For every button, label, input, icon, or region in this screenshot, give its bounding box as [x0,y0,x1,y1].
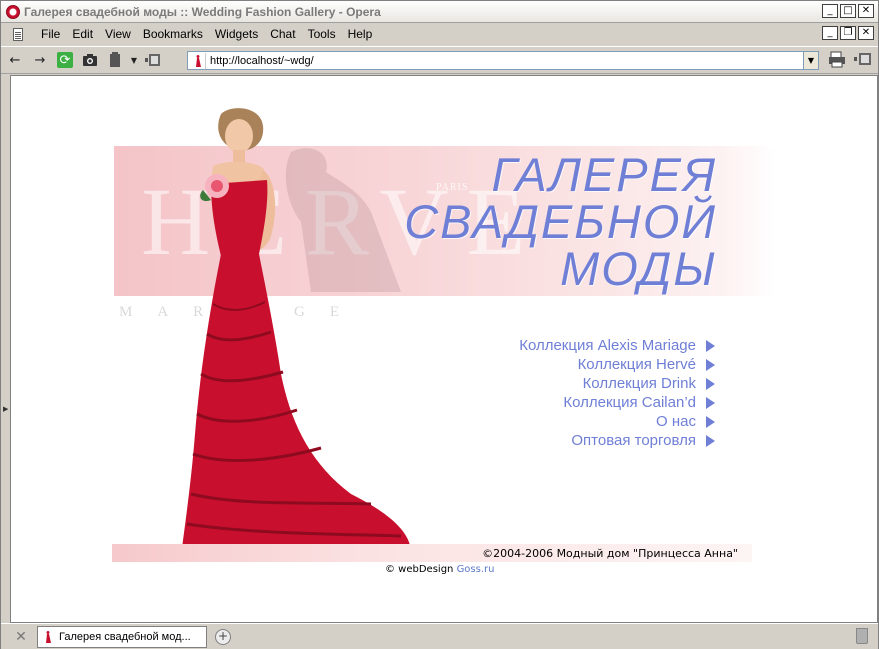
play-arrow-icon [706,377,715,390]
back-arrow-icon: ← [9,52,21,68]
camera-icon [83,54,97,66]
snapshot-button[interactable] [79,49,101,71]
nav-link-alexis-mariage[interactable]: Коллекция Alexis Mariage [519,336,715,355]
menu-widgets[interactable]: Widgets [209,27,264,41]
maximize-button[interactable]: □ [840,4,856,18]
play-arrow-icon [706,358,715,371]
headline-line-1: ГАЛЕРЕЯ [491,148,717,201]
headline-line-2: СВАДЕБНОЙ [404,195,717,248]
footer-bar: ©2004-2006 Модный дом "Принцесса Анна" [112,544,752,562]
menu-bar: File Edit View Bookmarks Widgets Chat To… [1,23,878,45]
forward-arrow-icon: → [34,52,46,68]
document-icon [110,52,120,67]
page-headline: ГАЛЕРЕЯ СВАДЕБНОЙ МОДЫ [404,151,717,292]
menu-help[interactable]: Help [342,27,379,41]
nav-label: Коллекция Alexis Mariage [519,337,696,354]
doc-restore-button[interactable]: ❐ [840,26,856,40]
back-button[interactable]: ← [4,49,26,71]
close-button[interactable]: ✕ [858,4,874,18]
play-arrow-icon [706,434,715,447]
history-dropdown[interactable]: ▼ [129,49,139,71]
menu-edit[interactable]: Edit [66,27,99,41]
nav-link-drink[interactable]: Коллекция Drink [519,374,715,393]
dropdown-arrow-icon: ▼ [130,55,138,65]
tab-title: Галерея свадебной мод... [59,630,191,643]
menu-chat[interactable]: Chat [264,27,301,41]
browser-window: Галерея свадебной моды :: Wedding Fashio… [0,0,879,649]
fit-width-icon[interactable] [854,50,872,68]
reload-button[interactable]: ⟳ [54,49,76,71]
tools-icon[interactable]: ✕ [13,629,29,645]
doc-minimize-button[interactable]: _ [822,26,838,40]
page-viewport: HERVE PARIS ГАЛЕРЕЯ СВАДЕБНОЙ МОДЫ MARIA… [10,75,878,623]
panels-button[interactable] [142,49,164,71]
window-title: Галерея свадебной моды :: Wedding Fashio… [24,4,381,19]
minimize-button[interactable]: _ [822,4,838,18]
collection-nav: Коллекция Alexis Mariage Коллекция Hervé… [519,336,715,450]
address-dropdown-icon[interactable]: ▼ [803,52,818,69]
trash-history-button[interactable] [104,49,126,71]
nav-label: Коллекция Cailan’d [563,394,696,411]
copyright-text: ©2004-2006 Модный дом "Принцесса Анна" [482,547,738,560]
webdesign-credit: © webDesign Goss.ru [385,564,494,575]
navigation-toolbar: ← → ⟳ ▼ http://localhost/~wdg/ ▼ [1,46,878,74]
site-favicon-icon [190,52,206,69]
reload-icon: ⟳ [57,52,73,68]
play-arrow-icon [706,396,715,409]
model-red-gown-image [181,108,412,556]
nav-link-herve[interactable]: Коллекция Hervé [519,355,715,374]
document-menu-icon[interactable] [13,27,23,41]
forward-button[interactable]: → [29,49,51,71]
tab-bar: ✕ Галерея свадебной мод... + [1,623,878,649]
menu-bookmarks[interactable]: Bookmarks [137,27,209,41]
opera-logo-icon [6,4,20,19]
tab-favicon-icon [42,630,54,644]
menu-tools[interactable]: Tools [302,27,342,41]
doc-close-button[interactable]: ✕ [858,26,874,40]
headline-line-3: МОДЫ [560,242,717,295]
panel-toggle[interactable]: ▶ [1,75,10,623]
address-bar[interactable]: http://localhost/~wdg/ ▼ [187,51,819,70]
panel-expand-icon: ▶ [3,405,9,413]
menu-view[interactable]: View [99,27,137,41]
credit-prefix: © webDesign [385,564,457,575]
play-arrow-icon [706,415,715,428]
new-tab-button[interactable]: + [215,628,231,645]
nav-label: Оптовая торговля [571,432,696,449]
nav-link-cailand[interactable]: Коллекция Cailan’d [519,393,715,412]
goss-link[interactable]: Goss.ru [457,564,495,575]
nav-label: О нас [656,413,696,430]
nav-link-wholesale[interactable]: Оптовая торговля [519,431,715,450]
nav-label: Коллекция Hervé [577,356,696,373]
nav-link-about[interactable]: О нас [519,412,715,431]
nav-label: Коллекция Drink [582,375,696,392]
address-input[interactable]: http://localhost/~wdg/ [210,55,803,67]
page-tab[interactable]: Галерея свадебной мод... [37,625,207,648]
trash-can-icon[interactable] [856,628,868,644]
play-arrow-icon [706,339,715,352]
print-icon[interactable] [828,50,846,68]
menu-file[interactable]: File [35,27,66,41]
panels-icon [145,54,160,66]
title-bar: Галерея свадебной моды :: Wedding Fashio… [1,1,878,23]
